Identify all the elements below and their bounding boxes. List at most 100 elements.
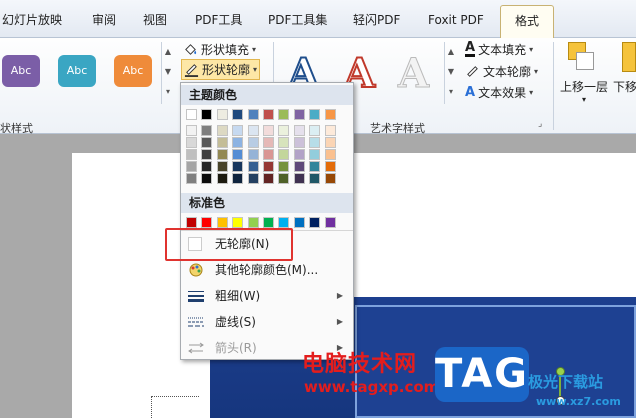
shape-outline-button[interactable]: 形状轮廓 ▾ [181, 59, 261, 80]
pencil-outline-icon [184, 64, 199, 77]
standard-color-swatch[interactable] [263, 217, 274, 228]
theme-color-swatch[interactable] [232, 109, 244, 120]
theme-shade-swatch[interactable] [247, 149, 259, 160]
theme-shade-swatch[interactable] [324, 149, 336, 160]
text-outline-button[interactable]: 文本轮廓 ▾ [465, 63, 538, 80]
theme-shade-swatch[interactable] [186, 149, 197, 160]
theme-shade-swatch[interactable] [293, 125, 305, 136]
tab-format[interactable]: 格式 [500, 5, 555, 38]
theme-shade-swatch[interactable] [324, 173, 336, 184]
dashes-item[interactable]: 虚线(S) ▶ [181, 310, 353, 334]
standard-color-swatch[interactable] [293, 217, 305, 228]
tab-slideshow[interactable]: 幻灯片放映 [2, 9, 62, 31]
send-backward-icon[interactable] [622, 42, 636, 72]
theme-shade-swatch[interactable] [201, 137, 213, 148]
shape-style-teal[interactable]: Abc [58, 55, 96, 87]
theme-shade-swatch[interactable] [247, 161, 259, 172]
style-gallery-scroll[interactable]: ▲ ▼ ▾ [161, 42, 174, 104]
theme-shade-swatch[interactable] [216, 161, 228, 172]
theme-shade-swatch[interactable] [263, 137, 274, 148]
theme-color-swatch[interactable] [247, 109, 259, 120]
standard-color-swatch[interactable] [309, 217, 321, 228]
theme-shade-swatch[interactable] [216, 137, 228, 148]
theme-color-swatch[interactable] [324, 109, 336, 120]
theme-shade-swatch[interactable] [216, 125, 228, 136]
theme-shade-swatch[interactable] [263, 149, 274, 160]
shape-style-orange[interactable]: Abc [114, 55, 152, 87]
tab-pdf-tools[interactable]: PDF工具 [195, 9, 242, 31]
theme-shade-swatch[interactable] [247, 173, 259, 184]
theme-shade-swatch[interactable] [201, 161, 213, 172]
theme-color-swatch[interactable] [263, 109, 274, 120]
theme-shade-swatch[interactable] [309, 173, 321, 184]
theme-shade-swatch[interactable] [232, 125, 244, 136]
watermark-right-text: 极光下载站 [528, 373, 604, 391]
standard-color-swatch[interactable] [278, 217, 290, 228]
theme-shade-swatch[interactable] [278, 161, 290, 172]
tab-view[interactable]: 视图 [143, 9, 167, 31]
theme-shade-swatch[interactable] [186, 137, 197, 148]
paint-bucket-icon [185, 44, 197, 55]
standard-color-swatch[interactable] [186, 217, 197, 228]
theme-shade-swatch[interactable] [201, 149, 213, 160]
theme-shade-swatch[interactable] [309, 137, 321, 148]
theme-color-swatch[interactable] [201, 109, 213, 120]
theme-shade-swatch[interactable] [324, 125, 336, 136]
theme-shade-swatch[interactable] [216, 173, 228, 184]
tab-flash-pdf[interactable]: 轻闪PDF [353, 9, 400, 31]
standard-color-swatch[interactable] [216, 217, 228, 228]
shape-style-purple[interactable]: Abc [2, 55, 40, 87]
theme-shade-swatch[interactable] [263, 125, 274, 136]
standard-color-swatch[interactable] [201, 217, 213, 228]
bring-forward-icon[interactable] [568, 42, 594, 72]
theme-shade-swatch[interactable] [232, 161, 244, 172]
dialog-launcher-icon[interactable]: ⌟ [538, 119, 542, 129]
theme-shade-swatch[interactable] [232, 149, 244, 160]
standard-color-swatch[interactable] [247, 217, 259, 228]
theme-shade-swatch[interactable] [232, 137, 244, 148]
text-effect-button[interactable]: A 文本效果 ▾ [465, 84, 533, 101]
theme-shade-swatch[interactable] [186, 173, 197, 184]
theme-shade-swatch[interactable] [278, 173, 290, 184]
theme-shade-swatch[interactable] [247, 137, 259, 148]
theme-shade-swatch[interactable] [263, 173, 274, 184]
theme-shade-swatch[interactable] [216, 149, 228, 160]
bring-forward-button[interactable]: 上移一层 ▾ [560, 78, 608, 104]
tab-pdf-toolset[interactable]: PDF工具集 [268, 9, 327, 31]
theme-shade-swatch[interactable] [324, 137, 336, 148]
standard-color-swatch[interactable] [324, 217, 336, 228]
more-outline-colors-item[interactable]: 其他轮廓颜色(M)... [181, 258, 353, 282]
theme-shade-swatch[interactable] [309, 161, 321, 172]
shape-fill-button[interactable]: 形状填充 ▾ [183, 41, 256, 58]
theme-shade-swatch[interactable] [309, 149, 321, 160]
tab-review[interactable]: 审阅 [92, 9, 116, 31]
theme-color-swatch[interactable] [309, 109, 321, 120]
standard-color-swatch[interactable] [232, 217, 244, 228]
theme-shade-swatch[interactable] [186, 125, 197, 136]
theme-shade-swatch[interactable] [293, 161, 305, 172]
wordart-gallery-scroll[interactable]: ▲ ▼ ▾ [444, 42, 457, 104]
theme-shade-swatch[interactable] [232, 173, 244, 184]
text-fill-button[interactable]: A 文本填充 ▾ [465, 41, 533, 58]
tab-foxit-pdf[interactable]: Foxit PDF [428, 9, 484, 31]
theme-color-swatch[interactable] [293, 109, 305, 120]
theme-shade-swatch[interactable] [201, 173, 213, 184]
theme-color-swatch[interactable] [278, 109, 290, 120]
theme-shade-swatch[interactable] [186, 161, 197, 172]
theme-shade-swatch[interactable] [278, 137, 290, 148]
theme-color-swatch[interactable] [186, 109, 197, 120]
theme-shade-swatch[interactable] [293, 137, 305, 148]
weight-item[interactable]: 粗细(W) ▶ [181, 284, 353, 308]
theme-color-swatch[interactable] [216, 109, 228, 120]
wordart-style-gray[interactable]: A [397, 50, 429, 98]
theme-shade-swatch[interactable] [247, 125, 259, 136]
theme-shade-swatch[interactable] [293, 173, 305, 184]
theme-shade-swatch[interactable] [278, 149, 290, 160]
send-backward-button[interactable]: 下移 [613, 78, 636, 95]
theme-shade-swatch[interactable] [309, 125, 321, 136]
theme-shade-swatch[interactable] [263, 161, 274, 172]
theme-shade-swatch[interactable] [293, 149, 305, 160]
theme-shade-swatch[interactable] [201, 125, 213, 136]
theme-shade-swatch[interactable] [278, 125, 290, 136]
theme-shade-swatch[interactable] [324, 161, 336, 172]
